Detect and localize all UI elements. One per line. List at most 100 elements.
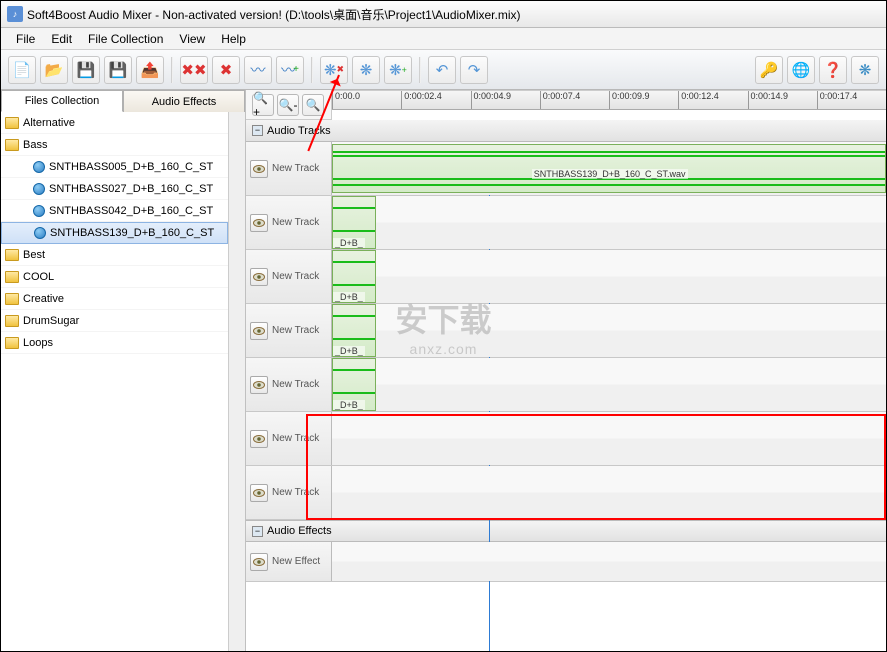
track-header[interactable]: New Track — [246, 412, 332, 465]
time-ruler[interactable]: 0:00.0 0:00:02.4 0:00:04.9 0:00:07.4 0:0… — [332, 90, 886, 110]
effect-row: New Effect — [246, 542, 886, 582]
track-body[interactable]: SNTHBASS139_D+B_160_C_ST.wav — [332, 142, 886, 195]
effect-header[interactable]: New Effect — [246, 542, 332, 581]
add-track-button[interactable]: 〰+ — [276, 56, 304, 84]
menu-view[interactable]: View — [172, 30, 212, 48]
fx-settings-button[interactable]: ❋ — [352, 56, 380, 84]
audio-tracks-header[interactable]: − Audio Tracks — [246, 120, 886, 142]
track-header[interactable]: New Track — [246, 304, 332, 357]
folder-loops[interactable]: Loops — [1, 332, 228, 354]
help-button[interactable]: ❓ — [819, 56, 847, 84]
menu-help[interactable]: Help — [214, 30, 253, 48]
track-header[interactable]: New Track — [246, 196, 332, 249]
delete-all-button[interactable]: ✖✖ — [180, 56, 208, 84]
audio-clip[interactable]: _D+B_ — [332, 304, 376, 357]
track-body[interactable]: _D+B_ — [332, 358, 886, 411]
file-item[interactable]: SNTHBASS042_D+B_160_C_ST — [1, 200, 228, 222]
file-item[interactable]: SNTHBASS005_D+B_160_C_ST — [1, 156, 228, 178]
track-body[interactable]: _D+B_ — [332, 250, 886, 303]
zoom-out-button[interactable]: 🔍- — [277, 94, 299, 116]
open-button[interactable]: 📂 — [40, 56, 68, 84]
file-item[interactable]: SNTHBASS027_D+B_160_C_ST — [1, 178, 228, 200]
web-button[interactable]: 🌐 — [787, 56, 815, 84]
tab-files-collection[interactable]: Files Collection — [1, 90, 123, 112]
track-row: New Track — [246, 466, 886, 520]
eye-icon — [253, 489, 265, 497]
file-item-selected[interactable]: SNTHBASS139_D+B_160_C_ST — [1, 222, 228, 244]
visibility-toggle[interactable] — [250, 268, 268, 286]
folder-cool[interactable]: COOL — [1, 266, 228, 288]
track-body[interactable]: _D+B_ — [332, 196, 886, 249]
visibility-toggle[interactable] — [250, 484, 268, 502]
tracks-area: New Track SNTHBASS139_D+B_160_C_ST.wav N… — [246, 142, 886, 651]
folder-bass[interactable]: Bass — [1, 134, 228, 156]
audio-file-icon — [33, 183, 45, 195]
track-body[interactable] — [332, 466, 886, 519]
audio-file-icon — [33, 161, 45, 173]
save-button[interactable]: 💾 — [72, 56, 100, 84]
wave-button[interactable]: 〰 — [244, 56, 272, 84]
visibility-toggle[interactable] — [250, 553, 268, 571]
folder-label: DrumSugar — [23, 315, 79, 327]
collapse-icon[interactable]: − — [252, 526, 263, 537]
track-header[interactable]: New Track — [246, 250, 332, 303]
track-label: New Track — [272, 487, 319, 498]
sidebar: Files Collection Audio Effects Alternati… — [1, 90, 246, 651]
folder-icon — [5, 139, 19, 151]
visibility-toggle[interactable] — [250, 322, 268, 340]
folder-drumsugar[interactable]: DrumSugar — [1, 310, 228, 332]
effect-body[interactable] — [332, 542, 886, 581]
file-label: SNTHBASS027_D+B_160_C_ST — [49, 183, 213, 195]
visibility-toggle[interactable] — [250, 160, 268, 178]
menu-file-collection[interactable]: File Collection — [81, 30, 170, 48]
clip-label: _D+B_ — [333, 238, 365, 248]
folder-icon — [5, 117, 19, 129]
fx-delete-button[interactable]: ❋✖ — [320, 56, 348, 84]
track-body[interactable] — [332, 412, 886, 465]
track-header[interactable]: New Track — [246, 466, 332, 519]
menu-edit[interactable]: Edit — [44, 30, 79, 48]
save-as-button[interactable]: 💾 — [104, 56, 132, 84]
folder-icon — [5, 315, 19, 327]
audio-clip[interactable]: _D+B_ — [332, 358, 376, 411]
collapse-icon[interactable]: − — [252, 125, 263, 136]
undo-button[interactable]: ↶ — [428, 56, 456, 84]
visibility-toggle[interactable] — [250, 430, 268, 448]
fx-add-button[interactable]: ❋+ — [384, 56, 412, 84]
track-row: New Track SNTHBASS139_D+B_160_C_ST.wav — [246, 142, 886, 196]
track-header[interactable]: New Track — [246, 358, 332, 411]
visibility-toggle[interactable] — [250, 214, 268, 232]
separator — [311, 57, 313, 83]
key-button[interactable]: 🔑 — [755, 56, 783, 84]
delete-button[interactable]: ✖ — [212, 56, 240, 84]
about-button[interactable]: ❋ — [851, 56, 879, 84]
export-button[interactable]: 📤 — [136, 56, 164, 84]
new-button[interactable]: 📄 — [8, 56, 36, 84]
ruler-tick: 0:00:07.4 — [540, 91, 609, 109]
folder-label: Best — [23, 249, 45, 261]
folder-alternative[interactable]: Alternative — [1, 112, 228, 134]
track-body[interactable]: _D+B_ — [332, 304, 886, 357]
audio-clip[interactable]: _D+B_ — [332, 250, 376, 303]
zoom-fit-button[interactable]: 🔍 — [302, 94, 324, 116]
file-tree[interactable]: Alternative Bass SNTHBASS005_D+B_160_C_S… — [1, 112, 228, 651]
tree-scrollbar[interactable] — [228, 112, 245, 651]
redo-button[interactable]: ↷ — [460, 56, 488, 84]
audio-effects-header[interactable]: − Audio Effects — [246, 520, 886, 542]
eye-icon — [253, 219, 265, 227]
audio-clip[interactable]: _D+B_ — [332, 196, 376, 249]
section-label: Audio Tracks — [267, 125, 331, 137]
tab-audio-effects[interactable]: Audio Effects — [123, 90, 245, 112]
ruler-tick: 0:00:12.4 — [678, 91, 747, 109]
visibility-toggle[interactable] — [250, 376, 268, 394]
audio-clip[interactable]: SNTHBASS139_D+B_160_C_ST.wav — [332, 144, 886, 193]
audio-file-icon — [33, 205, 45, 217]
folder-creative[interactable]: Creative — [1, 288, 228, 310]
audio-file-icon — [34, 227, 46, 239]
track-header[interactable]: New Track — [246, 142, 332, 195]
zoom-in-button[interactable]: 🔍+ — [252, 94, 274, 116]
menu-file[interactable]: File — [9, 30, 42, 48]
folder-best[interactable]: Best — [1, 244, 228, 266]
title-bar: ♪ Soft4Boost Audio Mixer - Non-activated… — [1, 1, 886, 28]
separator — [419, 57, 421, 83]
